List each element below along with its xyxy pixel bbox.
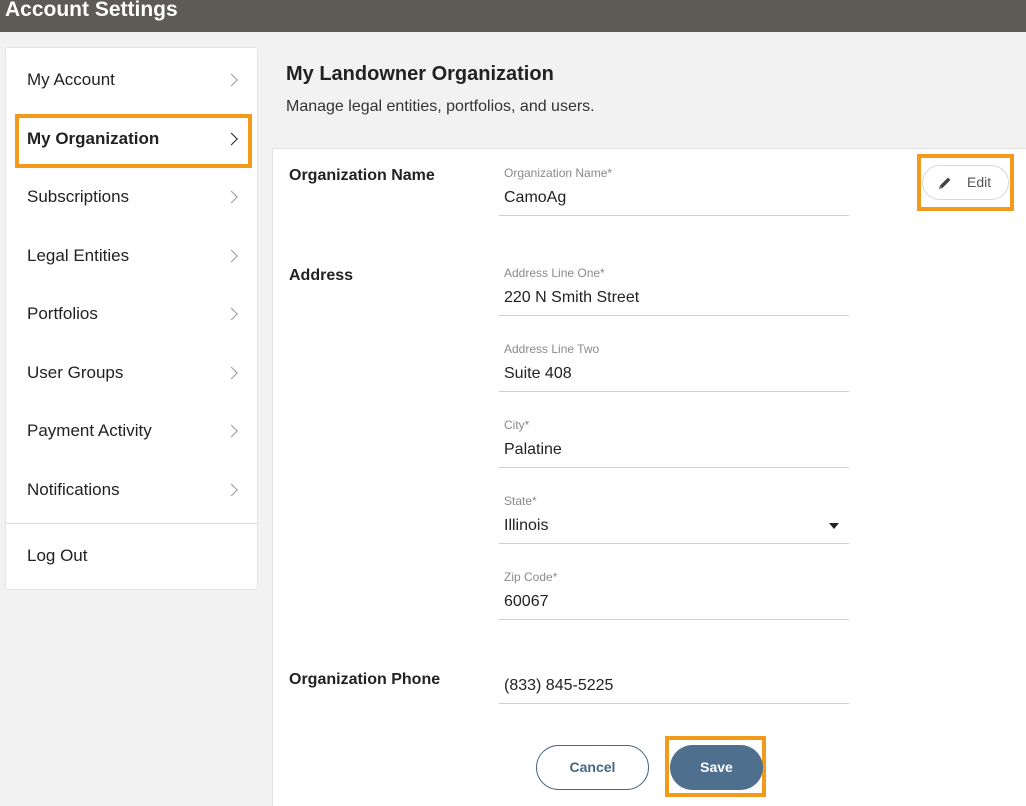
chevron-right-icon [225,249,238,263]
section-label-address: Address [289,267,354,284]
app-title: Account Settings [5,0,178,21]
sidebar-item-notifications[interactable]: Notifications [6,461,257,519]
state-select[interactable]: State* Illinois [499,494,849,544]
sidebar-item-payment-activity[interactable]: Payment Activity [6,402,257,460]
sidebar-item-portfolios[interactable]: Portfolios [6,285,257,343]
field-label: Address Line Two [504,342,600,356]
sidebar-item-label: My Account [27,70,115,89]
logout-link[interactable]: Log Out [6,527,257,585]
edit-button[interactable]: Edit [922,165,1009,200]
field-label: State* [504,494,537,508]
field-label: Zip Code* [504,570,558,584]
organization-name-field[interactable]: Organization Name* CamoAg [499,166,849,216]
chevron-right-icon [225,424,238,438]
chevron-right-icon [225,483,238,497]
edit-label: Edit [967,174,992,190]
address-line-one-field[interactable]: Address Line One* 220 N Smith Street [499,266,849,316]
cancel-label: Cancel [569,759,616,775]
chevron-right-icon [225,190,238,204]
cancel-button[interactable]: Cancel [536,745,649,790]
sidebar-item-label: Payment Activity [27,421,152,440]
sidebar-item-label: Notifications [27,480,120,499]
edit-button-highlight: Edit [917,154,1014,211]
sidebar-item-legal-entities[interactable]: Legal Entities [6,227,257,285]
field-value: Palatine [504,441,562,458]
settings-sidebar: My Account My Organization Subscriptions… [5,47,258,590]
field-value: Illinois [504,517,549,534]
sidebar-item-label: Portfolios [27,304,98,323]
section-label-organization-name: Organization Name [289,167,435,184]
page-subtitle: Manage legal entities, portfolios, and u… [286,98,595,115]
sidebar-divider [6,523,257,524]
zip-code-field[interactable]: Zip Code* 60067 [499,570,849,620]
app-header: Account Settings [0,0,1026,32]
save-button-highlight: Save [665,736,766,797]
field-value: 220 N Smith Street [504,289,640,306]
section-label-organization-phone: Organization Phone [289,671,441,688]
sidebar-item-my-organization[interactable]: My Organization [6,110,257,168]
field-label: Organization Name* [504,166,613,180]
sidebar-item-user-groups[interactable]: User Groups [6,344,257,402]
sidebar-item-subscriptions[interactable]: Subscriptions [6,168,257,226]
address-line-two-field[interactable]: Address Line Two Suite 408 [499,342,849,392]
field-value: CamoAg [504,189,567,206]
sidebar-item-label: Subscriptions [27,187,130,206]
sidebar-item-label: Legal Entities [27,246,130,265]
field-value: (833) 845-5225 [504,677,614,694]
sidebar-item-label: My Organization [27,129,160,148]
pencil-icon [939,177,951,189]
chevron-right-icon [225,73,238,87]
organization-phone-field[interactable]: (833) 845-5225 [499,670,849,704]
field-label: Address Line One* [504,266,605,280]
logout-label: Log Out [27,546,88,565]
field-value: Suite 408 [504,365,572,382]
sidebar-item-label: User Groups [27,363,124,382]
city-field[interactable]: City* Palatine [499,418,849,468]
save-label: Save [700,759,733,775]
chevron-right-icon [225,132,238,146]
chevron-right-icon [225,307,238,321]
field-value: 60067 [504,593,549,610]
page-title: My Landowner Organization [286,63,554,85]
chevron-right-icon [225,366,238,380]
organization-form-panel [272,148,1026,806]
save-button[interactable]: Save [670,745,763,790]
sidebar-item-my-account[interactable]: My Account [6,51,257,109]
field-label: City* [504,418,530,432]
caret-down-icon[interactable] [829,523,839,529]
